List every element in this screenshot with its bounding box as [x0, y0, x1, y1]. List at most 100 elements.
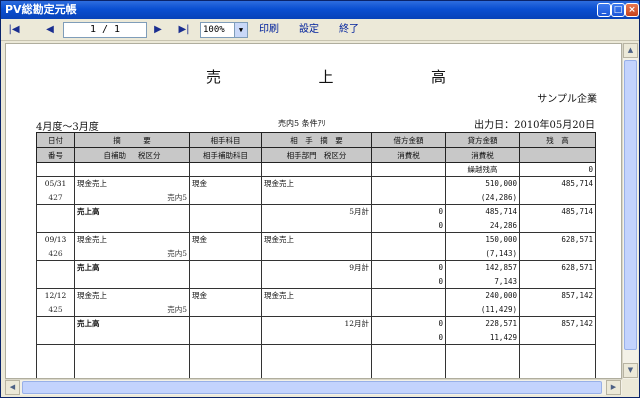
empty-cell — [371, 190, 446, 205]
ledger-table: 日付 摘 要 相手科目 相 手 摘 要 借方金額 貸方金額 残 高 番号 自補助… — [36, 132, 596, 378]
empty-cell — [519, 246, 596, 261]
next-page-button[interactable]: ▶ — [151, 23, 165, 37]
vertical-scroll-thumb[interactable] — [624, 60, 637, 350]
cell-summary: 現金売上 — [74, 176, 190, 191]
minimize-button[interactable]: _ — [597, 3, 611, 17]
first-page-button[interactable]: |◀ — [7, 23, 21, 37]
empty-cell — [36, 330, 75, 345]
col-balance-blank — [519, 147, 596, 163]
maximize-button[interactable]: □ — [611, 3, 625, 17]
empty-cell — [261, 218, 372, 233]
zoom-select[interactable]: 100% ▼ — [200, 22, 248, 38]
cell-credit-tax-sum: 7,143 — [445, 274, 520, 289]
output-date: 出力日：2010年05月20日 — [474, 120, 595, 131]
subtotal-tax-row: 0 7,143 — [36, 274, 596, 289]
col-debit-tax: 消費税 — [371, 147, 446, 163]
empty-cell — [371, 344, 446, 359]
col-tax-class: 税区分 — [137, 150, 161, 160]
horizontal-scroll-thumb[interactable] — [22, 381, 602, 394]
subtotal-row: 売上高 9月計 0 142,857 628,571 — [36, 260, 596, 275]
entry-row: 09/13 現金売上 現金 現金売上 150,000 628,571 — [36, 232, 596, 247]
empty-cell — [74, 330, 190, 345]
cell-debit-tax-sum: 0 — [371, 218, 446, 233]
empty-cell — [36, 344, 75, 359]
empty-cell — [519, 344, 596, 359]
cell-counter: 現金 — [189, 288, 262, 303]
size-grip[interactable] — [622, 379, 638, 395]
settings-button[interactable]: 設定 — [299, 22, 319, 38]
cell-debit-tax-sum: 0 — [371, 274, 446, 289]
empty-cell — [189, 246, 262, 261]
cell-sub-balance: 628,571 — [519, 260, 596, 275]
scroll-left-icon[interactable]: ◀ — [5, 380, 20, 395]
empty-cell — [36, 260, 75, 275]
col-counter-dept: 相手部門 — [286, 150, 317, 160]
toolbar: |◀ ◀ 1 / 1 ▶ ▶| 100% ▼ 印刷 設定 終了 — [1, 19, 639, 41]
empty-cell — [371, 232, 446, 247]
cell-credit-tax-sum: 24,286 — [445, 218, 520, 233]
empty-cell — [519, 190, 596, 205]
print-button[interactable]: 印刷 — [259, 22, 279, 38]
exit-button[interactable]: 終了 — [339, 22, 359, 38]
empty-cell — [189, 204, 262, 219]
report-viewport[interactable]: 売 上 高 サンプル企業 4月度〜3月度 売内5 条件ｱﾘ 出力日：2010年0… — [5, 43, 622, 379]
scroll-right-icon[interactable]: ▶ — [606, 380, 621, 395]
empty-cell — [189, 260, 262, 275]
scroll-up-icon[interactable]: ▲ — [623, 43, 638, 58]
cell-credit: 240,000 — [445, 288, 520, 303]
cell-balance: 628,571 — [519, 232, 596, 247]
carry-forward-value: 0 — [519, 162, 596, 177]
empty-cell — [261, 246, 372, 261]
entry-detail-row: 426 売内5 (7,143) — [36, 246, 596, 261]
col-date: 日付 — [36, 132, 75, 148]
scroll-down-icon[interactable]: ▼ — [623, 363, 638, 378]
empty-cell — [519, 358, 596, 373]
empty-cell — [371, 358, 446, 373]
empty-cell — [74, 218, 190, 233]
col-summary: 摘 要 — [74, 132, 190, 148]
cell-credit: 150,000 — [445, 232, 520, 247]
col-no: 番号 — [36, 147, 75, 163]
cell-debit-tax-sum: 0 — [371, 330, 446, 345]
empty-cell — [519, 218, 596, 233]
empty-cell — [371, 302, 446, 317]
col-debit: 借方金額 — [371, 132, 446, 148]
cell-counter: 現金 — [189, 176, 262, 191]
empty-cell — [261, 358, 372, 373]
col-credit: 貸方金額 — [445, 132, 520, 148]
col-credit-tax: 消費税 — [445, 147, 520, 163]
cell-sub-balance: 485,714 — [519, 204, 596, 219]
empty-cell — [189, 358, 262, 373]
horizontal-scrollbar[interactable]: ◀ ▶ — [5, 379, 622, 395]
empty-cell — [261, 274, 372, 289]
close-button[interactable]: × — [625, 3, 639, 17]
col-balance: 残 高 — [519, 132, 596, 148]
cell-subtotal-label: 売上高 — [74, 204, 190, 219]
prev-page-button[interactable]: ◀ — [43, 23, 57, 37]
empty-cell — [371, 288, 446, 303]
header-row: 日付 摘 要 相手科目 相 手 摘 要 借方金額 貸方金額 残 高 — [36, 132, 596, 148]
page-indicator[interactable]: 1 / 1 — [63, 22, 147, 38]
empty-cell — [519, 302, 596, 317]
empty-cell — [74, 344, 190, 359]
empty-cell — [189, 330, 262, 345]
cell-sub-balance: 857,142 — [519, 316, 596, 331]
col-counter-tax: 税区分 — [323, 150, 347, 160]
vertical-scrollbar[interactable]: ▲ ▼ — [622, 43, 638, 379]
cell-counter: 現金 — [189, 232, 262, 247]
empty-cell — [519, 274, 596, 289]
empty-cell — [36, 274, 75, 289]
empty-cell — [261, 344, 372, 359]
cell-tax: 売内5 — [74, 302, 190, 317]
last-page-button[interactable]: ▶| — [177, 23, 191, 37]
carry-forward-row: 繰越残高 0 — [36, 162, 596, 177]
empty-cell — [445, 358, 520, 373]
chevron-down-icon[interactable]: ▼ — [234, 23, 247, 37]
col-counter-sub: 相手補助科目 — [189, 147, 262, 163]
blank-row — [36, 344, 596, 359]
cell-counter-summary: 現金売上 — [261, 288, 372, 303]
col-counter-account: 相手科目 — [189, 132, 262, 148]
empty-cell — [36, 218, 75, 233]
period-label: 4月度〜3月度 — [36, 122, 99, 133]
condition-label: 売内5 条件ｱﾘ — [278, 119, 326, 128]
